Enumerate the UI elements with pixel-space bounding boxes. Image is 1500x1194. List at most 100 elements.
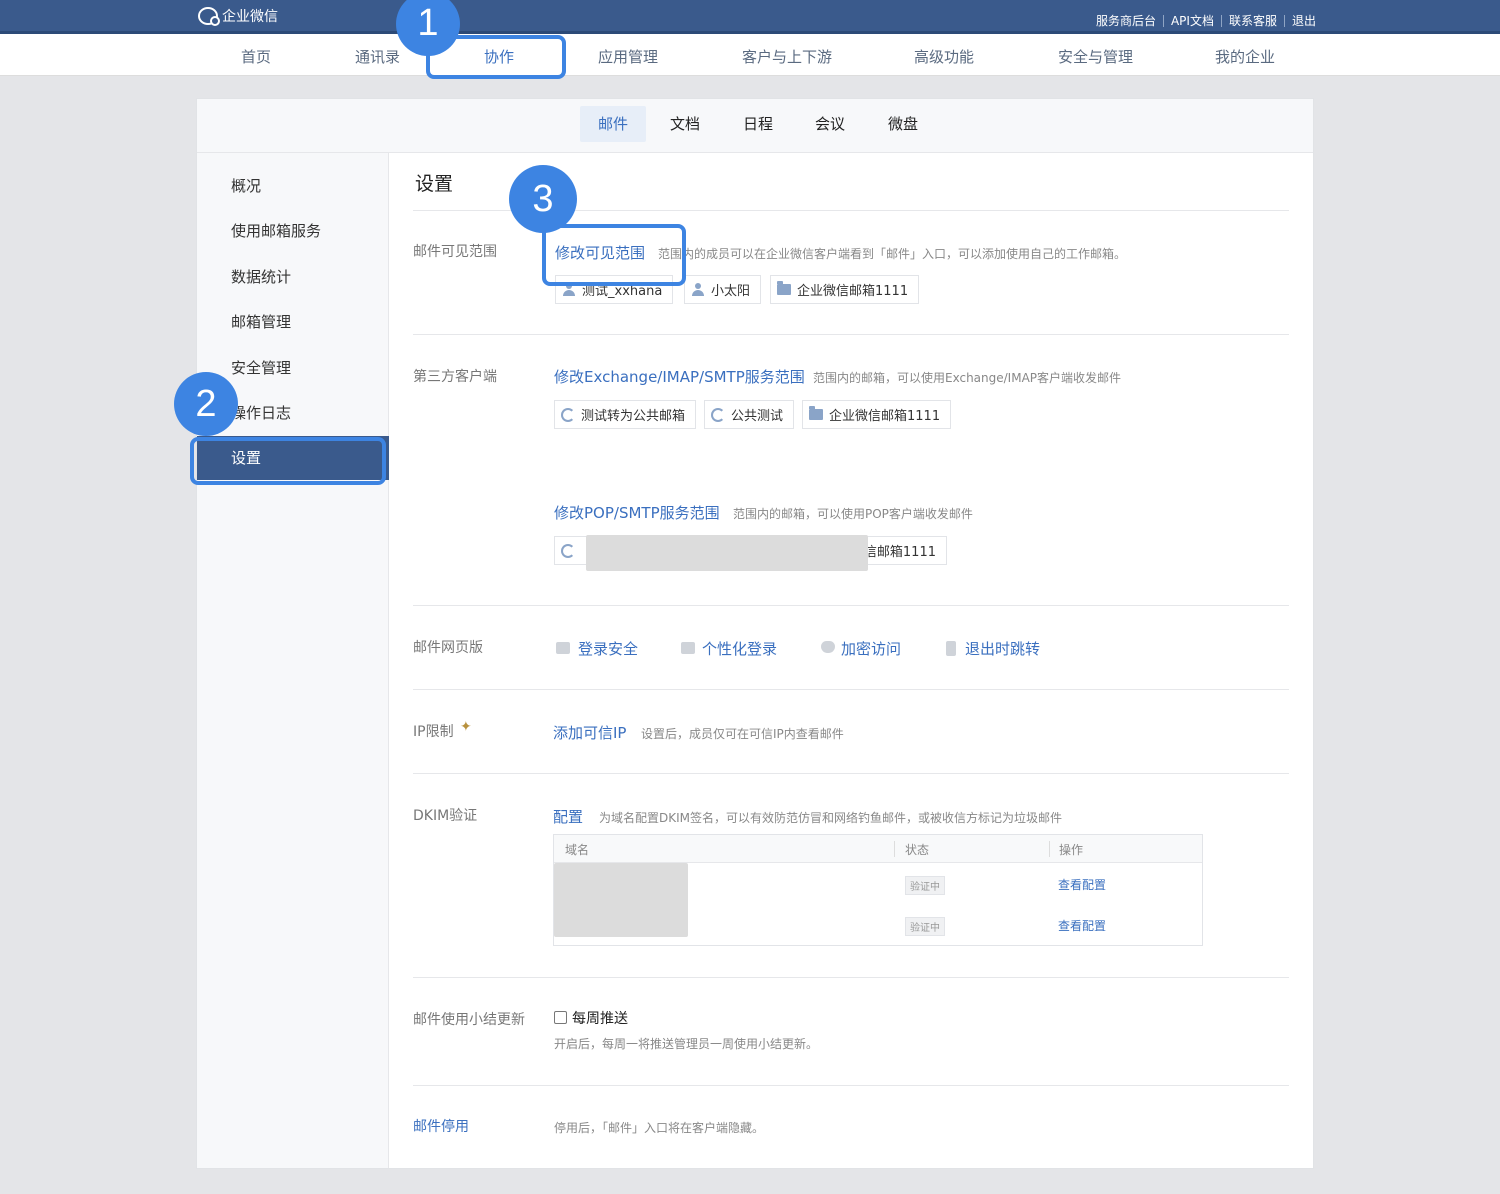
folder-icon (777, 281, 791, 295)
dkim-table: 域名 状态 操作 验证中 查看配置 验证中 查看配置 (553, 834, 1203, 946)
login-security-link[interactable]: 登录安全 (578, 638, 638, 659)
logout-redirect-link[interactable]: 退出时跳转 (965, 638, 1040, 659)
contact-support-link[interactable]: 联系客服 (1229, 12, 1277, 29)
sub-nav: 邮件 文档 日程 会议 微盘 (197, 99, 1313, 153)
sidebar-item-operation-log[interactable]: 操作日志 (231, 402, 291, 423)
tab-calendar[interactable]: 日程 (730, 106, 786, 142)
top-bar: 企业微信 服务商后台 API文档 联系客服 退出 (0, 0, 1500, 34)
nav-contacts[interactable]: 通讯录 (355, 46, 400, 67)
public-mailbox-icon (561, 407, 575, 422)
view-config-link[interactable]: 查看配置 (1058, 917, 1106, 934)
top-links: 服务商后台 API文档 联系客服 退出 (1096, 12, 1316, 29)
nav-home[interactable]: 首页 (241, 46, 271, 67)
divider (413, 1085, 1289, 1086)
highlight-edit-visibility (542, 224, 686, 286)
nav-app-management[interactable]: 应用管理 (598, 46, 658, 67)
edit-imap-scope-link[interactable]: 修改Exchange/IMAP/SMTP服务范围 (554, 366, 805, 387)
chip-label: 信邮箱1111 (863, 545, 936, 560)
status-badge: 验证中 (905, 876, 945, 895)
step-badge-2: 2 (174, 372, 238, 436)
view-config-link[interactable]: 查看配置 (1058, 876, 1106, 893)
divider (894, 841, 895, 857)
imap-desc: 范围内的邮箱，可以使用Exchange/IMAP客户端收发邮件 (813, 371, 1122, 385)
dkim-label: DKIM验证 (413, 808, 478, 824)
logout-link[interactable]: 退出 (1292, 12, 1316, 29)
premium-icon: ✦ (460, 719, 472, 735)
summary-desc: 开启后，每周一将推送管理员一周使用小结更新。 (554, 1037, 819, 1051)
chip-label: 企业微信邮箱1111 (797, 284, 909, 299)
api-docs-link[interactable]: API文档 (1171, 12, 1214, 29)
step-badge-3: 3 (509, 165, 577, 233)
add-trusted-ip-link[interactable]: 添加可信IP (553, 722, 626, 743)
redacted-domains (554, 863, 688, 937)
divider (413, 977, 1289, 978)
ip-desc: 设置后，成员仅可在可信IP内查看邮件 (641, 727, 844, 741)
sidebar-item-overview[interactable]: 概况 (231, 175, 261, 196)
nav-customers[interactable]: 客户与上下游 (742, 46, 832, 67)
main-nav: 首页 通讯录 协作 应用管理 客户与上下游 高级功能 安全与管理 我的企业 (0, 34, 1500, 76)
column-status: 状态 (905, 843, 930, 857)
column-domain: 域名 (565, 843, 590, 857)
wecom-logo-icon (198, 7, 220, 26)
shield-icon (821, 641, 835, 653)
public-mailbox-icon (561, 544, 575, 558)
ip-restriction-label: IP限制 (413, 724, 454, 740)
folder-icon (809, 406, 823, 420)
divider (1162, 14, 1164, 27)
table-header: 域名 状态 操作 (554, 835, 1202, 863)
column-action: 操作 (1059, 843, 1084, 857)
chip-label: 公共测试 (731, 409, 784, 424)
divider (1220, 14, 1222, 27)
department-chip: 企业微信邮箱1111 (770, 275, 920, 304)
sidebar: 概况 使用邮箱服务 数据统计 邮箱管理 安全管理 操作日志 设置 (197, 153, 389, 1168)
divider (413, 689, 1289, 690)
encrypted-access-link[interactable]: 加密访问 (841, 638, 901, 659)
logo-text: 企业微信 (222, 9, 278, 25)
chip-label: 企业微信邮箱1111 (829, 409, 941, 424)
summary-label: 邮件使用小结更新 (413, 1012, 525, 1028)
tab-meeting[interactable]: 会议 (802, 106, 858, 142)
personalized-login-link[interactable]: 个性化登录 (702, 638, 777, 659)
user-icon (691, 282, 705, 297)
chip-label: 测试转为公共邮箱 (581, 409, 686, 424)
weekly-push-checkbox[interactable] (554, 1011, 567, 1024)
highlight-settings (190, 437, 386, 485)
disable-desc: 停用后，「邮件」入口将在客户端隐藏。 (554, 1121, 765, 1135)
nav-security[interactable]: 安全与管理 (1058, 46, 1133, 67)
divider (413, 605, 1289, 606)
tab-docs[interactable]: 文档 (657, 106, 713, 142)
sidebar-item-security[interactable]: 安全管理 (231, 357, 291, 378)
public-mailbox-chip: 测试转为公共邮箱 (554, 400, 697, 429)
sidebar-item-mail-service[interactable]: 使用邮箱服务 (231, 220, 321, 241)
shirt-icon (681, 642, 695, 654)
divider (1049, 841, 1050, 857)
sidebar-item-statistics[interactable]: 数据统计 (231, 266, 291, 287)
service-provider-link[interactable]: 服务商后台 (1096, 12, 1156, 29)
disable-mail-link[interactable]: 邮件停用 (413, 1116, 469, 1136)
dkim-config-link[interactable]: 配置 (553, 806, 583, 827)
nav-my-company[interactable]: 我的企业 (1215, 46, 1275, 67)
dkim-desc: 为域名配置DKIM签名，可以有效防范仿冒和网络钓鱼邮件，或被收信方标记为垃圾邮件 (599, 811, 1063, 825)
sidebar-item-mailbox-management[interactable]: 邮箱管理 (231, 311, 291, 332)
page-title: 设置 (415, 173, 454, 195)
thirdparty-label: 第三方客户端 (413, 369, 497, 385)
exit-door-icon (946, 641, 956, 656)
status-badge: 验证中 (905, 917, 945, 936)
web-version-label: 邮件网页版 (413, 640, 483, 656)
app-logo[interactable]: 企业微信 (198, 6, 278, 26)
tab-drive[interactable]: 微盘 (875, 106, 931, 142)
divider (413, 773, 1289, 774)
mail-settings-card: 邮件 文档 日程 会议 微盘 概况 使用邮箱服务 数据统计 邮箱管理 安全管理 … (196, 98, 1314, 1169)
weekly-push-label[interactable]: 每周推送 (572, 1008, 628, 1028)
public-mailbox-icon (711, 407, 725, 422)
monitor-icon (556, 642, 570, 654)
member-chip: 小太阳 (684, 275, 762, 304)
public-mailbox-chip: 公共测试 (704, 400, 795, 429)
visibility-desc: 范围内的成员可以在企业微信客户端看到「邮件」入口，可以添加使用自己的工作邮箱。 (658, 247, 1127, 261)
redacted-area (586, 535, 868, 571)
nav-advanced[interactable]: 高级功能 (914, 46, 974, 67)
edit-pop-scope-link[interactable]: 修改POP/SMTP服务范围 (554, 502, 720, 523)
department-chip: 企业微信邮箱1111 (802, 400, 952, 429)
divider (1283, 14, 1285, 27)
tab-mail[interactable]: 邮件 (580, 106, 646, 142)
